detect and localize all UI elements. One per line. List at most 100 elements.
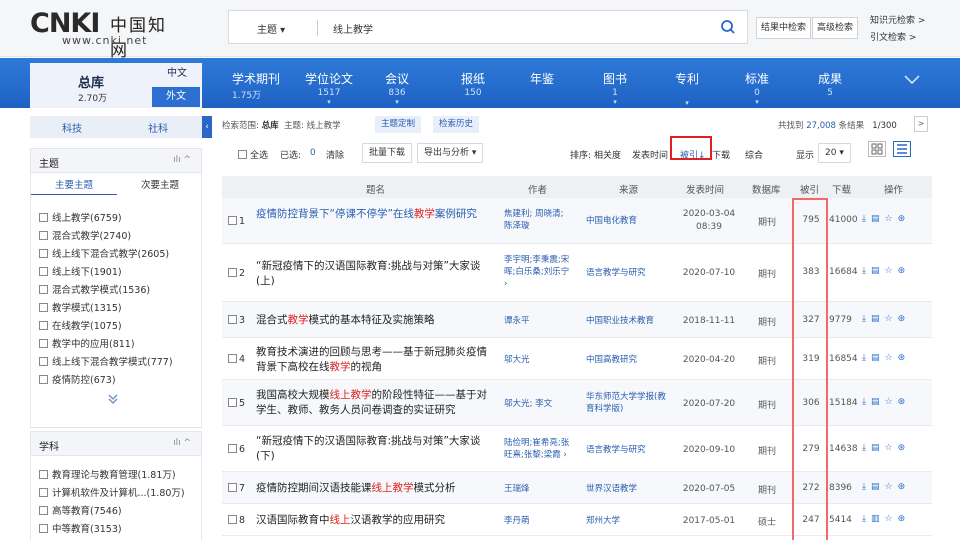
checkbox[interactable]	[39, 357, 48, 366]
checkbox[interactable]	[39, 213, 48, 222]
facet-item[interactable]: 教学中的应用(811)	[39, 336, 135, 350]
search-button[interactable]	[709, 11, 747, 43]
row-checkbox[interactable]: 4	[228, 354, 245, 365]
row-checkbox[interactable]: 5	[228, 398, 245, 409]
result-source[interactable]: 中国职业技术教育	[586, 315, 666, 327]
select-all-checkbox[interactable]: 全选	[238, 148, 268, 161]
checkbox[interactable]	[39, 231, 48, 240]
page-size-select[interactable]: 20 ▾	[818, 143, 851, 163]
read-icon[interactable]: ▤	[871, 353, 880, 363]
sort-relevance[interactable]: 相关度	[594, 148, 621, 161]
checkbox[interactable]	[39, 375, 48, 384]
checkbox[interactable]	[228, 216, 237, 225]
total-library-tab[interactable]: 总库 2.70万 中文 外文	[30, 63, 202, 108]
star-icon[interactable]: ☆	[885, 214, 893, 224]
result-source[interactable]: 华东师范大学学报(教育科学版)	[586, 391, 666, 415]
download-icon[interactable]: ⤓	[862, 514, 866, 524]
nav-item-journals[interactable]: 学术期刊 1.75万	[232, 70, 280, 101]
result-author[interactable]: 陆俭明;崔希亮;张旺熹;张黎;梁霞 ›	[504, 437, 574, 461]
download-icon[interactable]: ⤓	[862, 214, 866, 224]
nav-item-newspaper[interactable]: 报纸 150	[461, 70, 485, 98]
facet-item[interactable]: 中等教育(3153)	[39, 521, 122, 535]
download-icon[interactable]: ⤓	[862, 443, 866, 453]
advanced-search-button[interactable]: 高级检索	[812, 17, 859, 39]
col-cited[interactable]: 被引	[800, 182, 819, 196]
result-author[interactable]: 谭永平	[504, 315, 574, 327]
read-icon[interactable]: ▤	[871, 443, 880, 453]
row-checkbox[interactable]: 2	[228, 268, 245, 279]
result-title-link[interactable]: 汉语国际教育中线上汉语教学的应用研究	[256, 513, 516, 528]
star-icon[interactable]: ☆	[885, 397, 893, 407]
lang-foreign-tab[interactable]: 外文	[152, 87, 200, 107]
result-title-link[interactable]: 混合式教学模式的基本特征及实施策略	[256, 313, 516, 328]
expand-nav-icon[interactable]	[903, 74, 921, 89]
checkbox[interactable]	[39, 303, 48, 312]
download-icon[interactable]: ⤓	[862, 314, 866, 324]
result-title-link[interactable]: “新冠疫情下的汉语国际教育:挑战与对策”大家谈(上)	[256, 259, 496, 289]
nav-item-yearbook[interactable]: 年鉴	[530, 70, 554, 87]
result-source[interactable]: 中国电化教育	[586, 215, 666, 227]
star-icon[interactable]: ☆	[885, 443, 893, 453]
result-title-link[interactable]: 我国高校大规模线上教学的阶段性特征——基于对学生、教师、教务人员问卷调查的实证研…	[256, 388, 496, 418]
citation-search-link[interactable]: 引文检索 >	[870, 30, 916, 43]
star-icon[interactable]: ☆	[885, 353, 893, 363]
row-checkbox[interactable]: 1	[228, 216, 245, 227]
grid-view-icon[interactable]	[868, 141, 886, 157]
result-title-link[interactable]: 疫情防控期间汉语技能课线上教学模式分析	[256, 481, 516, 496]
result-title-link[interactable]: “新冠疫情下的汉语国际教育:挑战与对策”大家谈(下)	[256, 434, 496, 464]
search-field-select[interactable]: 主题 ▾	[257, 21, 285, 36]
cite-icon[interactable]: ⊛	[898, 266, 906, 276]
facet-item[interactable]: 线上线下混合式教学(2605)	[39, 246, 169, 260]
result-author[interactable]: 王瑞烽	[504, 483, 574, 495]
read-icon[interactable]: ▥	[871, 514, 880, 524]
checkbox[interactable]	[39, 249, 48, 258]
checkbox[interactable]	[228, 268, 237, 277]
chart-toggle-icon[interactable]: ılı ^	[173, 155, 191, 165]
result-author[interactable]: 李丹萌	[504, 515, 574, 527]
row-checkbox[interactable]: 6	[228, 444, 245, 455]
search-history-button[interactable]: 检索历史	[433, 116, 480, 133]
sort-date[interactable]: 发表时间	[632, 148, 668, 161]
read-icon[interactable]: ▤	[871, 214, 880, 224]
facet-item[interactable]: 计算机软件及计算机...(1.80万)	[39, 485, 185, 499]
result-author[interactable]: 邬大光	[504, 354, 574, 366]
checkbox[interactable]	[39, 524, 48, 533]
col-download[interactable]: 下载	[832, 182, 851, 196]
star-icon[interactable]: ☆	[885, 482, 893, 492]
read-icon[interactable]: ▤	[871, 482, 880, 492]
checkbox[interactable]	[39, 488, 48, 497]
row-checkbox[interactable]: 7	[228, 483, 245, 494]
cite-icon[interactable]: ⊛	[898, 443, 906, 453]
tab-main-topic[interactable]: 主要主题	[55, 177, 93, 191]
scope-total[interactable]: 总库	[262, 121, 279, 131]
chart-toggle-icon[interactable]: ılı ^	[173, 438, 191, 448]
result-source[interactable]: 语言教学与研究	[586, 444, 666, 456]
facet-item[interactable]: 混合式教学(2740)	[39, 228, 131, 242]
collapse-sidebar-icon[interactable]: ‹	[202, 116, 212, 138]
nav-item-patents[interactable]: 专利 ▾	[675, 70, 699, 107]
facet-item[interactable]: 在线教学(1075)	[39, 318, 122, 332]
download-icon[interactable]: ⤓	[862, 266, 866, 276]
facet-item[interactable]: 线上线下混合教学模式(777)	[39, 354, 173, 368]
checkbox[interactable]	[39, 267, 48, 276]
checkbox[interactable]	[39, 506, 48, 515]
download-icon[interactable]: ⤓	[862, 397, 866, 407]
cite-icon[interactable]: ⊛	[898, 353, 906, 363]
checkbox[interactable]	[228, 315, 237, 324]
search-in-results-button[interactable]: 结果中检索	[756, 17, 812, 39]
checkbox[interactable]	[228, 483, 237, 492]
result-source[interactable]: 语言教学与研究	[586, 267, 666, 279]
cnki-logo[interactable]: CNKI 中国知网 www.cnki.net	[30, 8, 180, 61]
facet-item[interactable]: 混合式教学模式(1536)	[39, 282, 150, 296]
row-checkbox[interactable]: 3	[228, 315, 245, 326]
result-author[interactable]: 李宇明;李秉震;宋晖;白乐桑;刘乐宁 ›	[504, 254, 574, 290]
result-source[interactable]: 中国高教研究	[586, 354, 666, 366]
checkbox[interactable]	[39, 321, 48, 330]
facet-item[interactable]: 线上教学(6759)	[39, 210, 122, 224]
export-analyze-button[interactable]: 导出与分析 ▾	[417, 143, 484, 163]
tab-secondary-topic[interactable]: 次要主题	[141, 177, 179, 191]
checkbox[interactable]	[228, 354, 237, 363]
cite-icon[interactable]: ⊛	[898, 214, 906, 224]
read-icon[interactable]: ▤	[871, 314, 880, 324]
nav-item-theses[interactable]: 学位论文 1517 ▾	[305, 70, 353, 106]
